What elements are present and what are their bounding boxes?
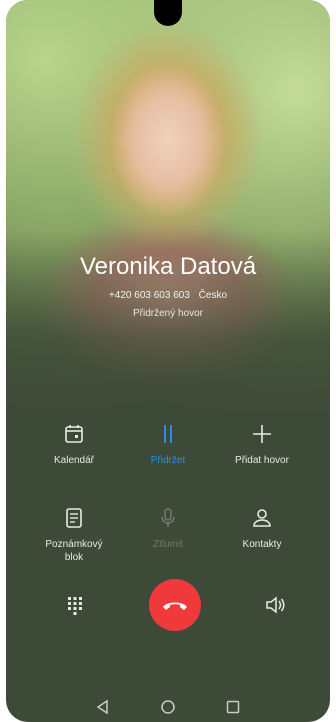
- notepad-button[interactable]: Poznámkový blok: [24, 506, 124, 564]
- notepad-icon: [66, 508, 82, 528]
- calendar-button[interactable]: Kalendář: [24, 422, 124, 467]
- home-circle-icon[interactable]: [159, 698, 177, 716]
- calendar-icon: [65, 425, 83, 443]
- notepad-label-line2: blok: [64, 552, 84, 563]
- add-call-label: Přidat hovor: [235, 455, 289, 466]
- plus-icon: [253, 425, 271, 443]
- call-status: Přidržený hovor: [132, 308, 204, 319]
- add-call-button[interactable]: Přidat hovor: [212, 422, 312, 467]
- caller-location: Česko: [198, 290, 228, 301]
- pause-icon: [164, 425, 172, 443]
- contacts-label: Kontakty: [242, 539, 282, 550]
- person-icon: [253, 509, 271, 527]
- mute-label: Ztlumit: [153, 539, 183, 550]
- hold-button[interactable]: Přidržet: [118, 422, 218, 467]
- end-call-icon: [163, 602, 187, 610]
- dialpad-button[interactable]: [62, 592, 88, 618]
- microphone-icon: [161, 508, 175, 527]
- contacts-button[interactable]: Kontakty: [212, 506, 312, 551]
- contact-name: Veronika Datová: [79, 253, 257, 280]
- call-screen: Veronika Datová +420 603 603 603 Česko P…: [6, 0, 330, 722]
- speaker-icon: [266, 596, 285, 614]
- mute-button[interactable]: Ztlumit: [118, 506, 218, 551]
- speaker-button[interactable]: [262, 592, 288, 618]
- end-call-button[interactable]: [149, 579, 201, 631]
- notepad-label-line1: Poznámkový: [45, 539, 103, 550]
- calendar-label: Kalendář: [53, 455, 95, 466]
- caller-info: +420 603 603 603 Česko: [6, 290, 330, 301]
- recents-square-icon[interactable]: [224, 698, 242, 716]
- back-triangle-icon[interactable]: [94, 698, 112, 716]
- phone-number: +420 603 603 603: [108, 290, 190, 301]
- hold-label: Přidržet: [150, 455, 186, 466]
- dialpad-icon: [68, 597, 82, 615]
- system-navigation-bar: [6, 692, 330, 722]
